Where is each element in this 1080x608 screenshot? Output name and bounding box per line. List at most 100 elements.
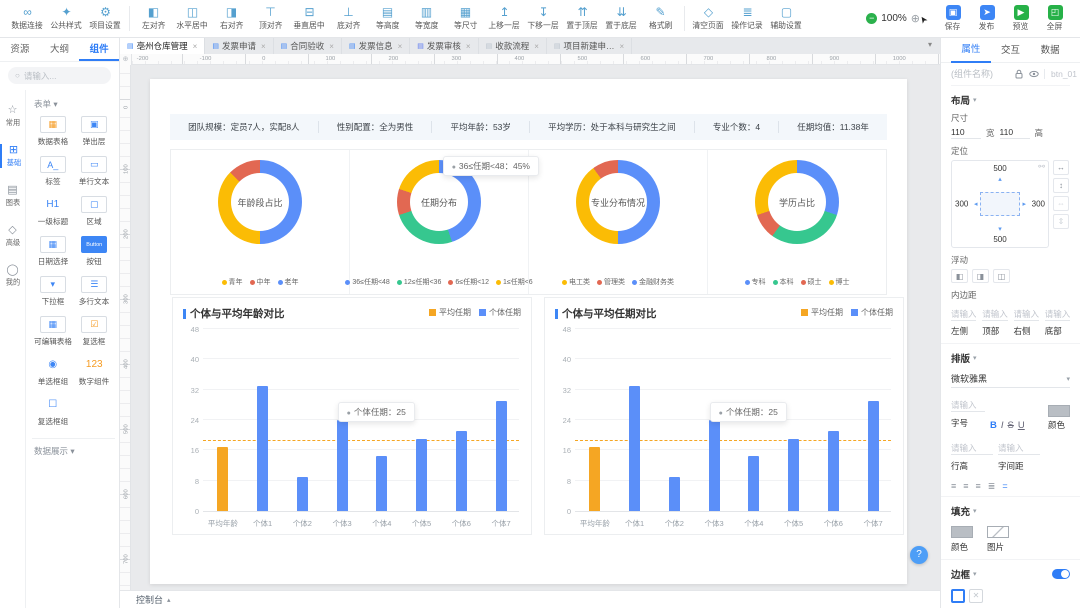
history-button[interactable]: ≣操作记录 [728,6,767,31]
component-一级标题[interactable]: H1一级标题 [32,196,74,227]
bar-个体2[interactable] [297,477,308,511]
close-icon[interactable]: × [534,42,539,51]
bring-front-button[interactable]: ⇈置于顶层 [563,6,602,31]
component-数字组件[interactable]: 123数字组件 [74,356,116,387]
console-bar[interactable]: 控制台 ▴ [120,590,940,608]
sidebar-search[interactable]: ○ [8,67,111,84]
float-none-icon[interactable]: ◫ [993,269,1010,283]
donut-ring[interactable]: 年龄段占比 [218,160,302,244]
rail-item-图表[interactable]: ▤图表 [0,184,25,208]
preview-button[interactable]: ▶预览 [1004,5,1038,32]
padding-top-input[interactable] [982,309,1007,321]
donut-chart-1[interactable]: 年龄段占比青年中年老年 [171,150,349,294]
bar-平均年龄[interactable] [217,447,228,511]
align-text-center-icon[interactable]: ≡ [963,481,968,492]
publish-button[interactable]: ➤发布 [970,5,1004,32]
align-text-distribute-icon[interactable]: = [1002,481,1007,492]
position-bottom-value[interactable]: 500 [993,235,1006,244]
clear-page-button[interactable]: ◇清空页面 [689,6,728,31]
center-horizontal-icon[interactable]: ⇔ [1053,196,1069,211]
height-input[interactable] [1000,127,1030,139]
tab-overflow-icon[interactable]: ▾ [920,38,940,54]
page-tab[interactable]: ▤项目新建申…× [547,38,632,54]
donut-ring[interactable]: 专业分布情况 [576,160,660,244]
component-弹出层[interactable]: ▣弹出层 [74,116,116,147]
properties-tab-数据[interactable]: 数据 [1030,39,1070,62]
bar-个体6[interactable] [828,431,839,511]
lock-icon[interactable] [1014,69,1024,79]
sidebar-tab-组件[interactable]: 组件 [79,38,119,61]
canvas-area[interactable]: 0100200300400500600700 团队规模：定员7人，实配8人性别配… [120,65,940,590]
bar-个体7[interactable] [868,401,879,511]
component-多行文本[interactable]: ☰多行文本 [74,276,116,307]
float-left-icon[interactable]: ◧ [951,269,968,283]
align-text-left-icon[interactable]: ≡ [951,481,956,492]
fullscreen-button[interactable]: ◰全屏 [1038,5,1072,32]
padding-left-input[interactable] [951,309,976,321]
component-下拉框[interactable]: ▾下拉框 [32,276,74,307]
donut-charts-card[interactable]: 年龄段占比青年中年老年任期分布36≤任期<4812≤任期<366≤任期<121≤… [170,149,887,295]
bar-个体7[interactable] [496,401,507,511]
bold-icon[interactable]: B [990,420,997,431]
rail-item-常用[interactable]: ☆常用 [0,104,25,128]
component-section-header[interactable]: 表单 ▾ [34,98,115,110]
bar-个体5[interactable] [788,439,799,511]
equal-size-button[interactable]: ▦等尺寸 [446,6,485,31]
link-constraints-icon[interactable]: ⚯ [1038,162,1045,171]
close-icon[interactable]: × [620,42,625,51]
bar-个体5[interactable] [416,439,427,511]
component-复选框组[interactable]: ☐复选框组 [32,396,74,427]
section-fill[interactable]: 填充▾ [951,497,1070,523]
padding-bottom-input[interactable] [1045,309,1070,321]
page-tab[interactable]: ▤发票申请× [205,38,273,54]
equal-height-button[interactable]: ▤等高度 [368,6,407,31]
close-icon[interactable]: × [193,42,198,51]
donut-chart-4[interactable]: 学历占比专科本科硕士博士 [707,150,886,294]
section-layout[interactable]: 布局▾ [951,86,1070,112]
bar-个体4[interactable] [748,456,759,511]
font-color-swatch[interactable] [1048,405,1070,417]
underline-icon[interactable]: U [1018,420,1025,431]
position-center-rect[interactable] [980,192,1020,216]
border-all-icon[interactable] [951,589,965,603]
public-styles-button[interactable]: ✦公共样式 [47,6,86,31]
move-down-button[interactable]: ↧下移一层 [524,6,563,31]
close-icon[interactable]: × [329,42,334,51]
save-button[interactable]: ▣保存 [936,5,970,32]
component-单行文本[interactable]: ▭单行文本 [74,156,116,187]
page-tab[interactable]: ▤发票审核× [410,38,478,54]
page-tab[interactable]: ▤收款流程× [479,38,547,54]
equal-width-button[interactable]: ▥等宽度 [407,6,446,31]
font-size-input[interactable] [951,400,985,412]
console-expand-icon[interactable]: ▴ [167,596,171,604]
strikethrough-icon[interactable]: S [1008,420,1014,431]
close-icon[interactable]: × [466,42,471,51]
border-toggle[interactable] [1052,569,1070,579]
align-left-button[interactable]: ◧左对齐 [134,6,173,31]
italic-icon[interactable]: I [1001,420,1004,431]
component-日期选择[interactable]: ▦日期选择 [32,236,74,267]
padding-right-input[interactable] [1014,309,1039,321]
width-input[interactable] [951,127,981,139]
close-icon[interactable]: × [398,42,403,51]
page-tab[interactable]: ▤亳州仓库管理× [120,38,205,54]
bar-个体6[interactable] [456,431,467,511]
rail-item-基础[interactable]: ⊞基础 [0,144,25,168]
help-button[interactable]: ? [910,546,928,564]
bar-chart-card-tenure[interactable]: 个体与平均任期对比平均任期个体任期081624324048平均年龄个体1个体2个… [544,297,904,535]
component-section-header[interactable]: 数据展示 ▾ [34,445,115,457]
align-right-button[interactable]: ◨右对齐 [212,6,251,31]
search-input[interactable] [24,71,104,81]
data-link-button[interactable]: ∞数据连接 [8,6,47,31]
position-right-value[interactable]: 300 [1032,200,1045,209]
bar-个体2[interactable] [669,477,680,511]
align-hcenter-button[interactable]: ◫水平居中 [173,6,212,31]
center-vertical-icon[interactable]: ⇕ [1053,214,1069,229]
move-up-button[interactable]: ↥上移一层 [485,6,524,31]
bar-个体4[interactable] [376,456,387,511]
align-bottom-button[interactable]: ⊥底对齐 [329,6,368,31]
position-box[interactable]: ⚯ 500 500 300 300 ▴ ▾ ◂ ▸ [951,160,1049,248]
stretch-vertical-icon[interactable]: ↕ [1053,178,1069,193]
letter-spacing-input[interactable] [998,443,1040,455]
bar-个体1[interactable] [629,386,640,511]
